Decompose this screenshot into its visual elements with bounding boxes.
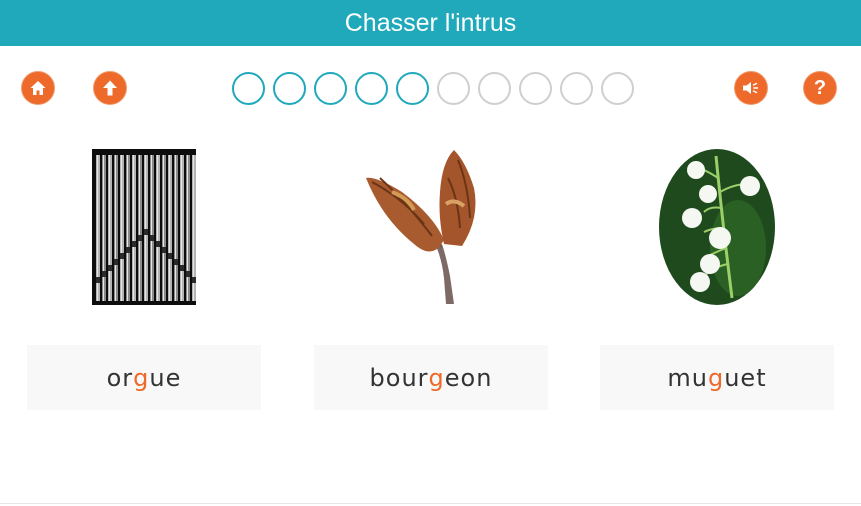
progress-dot <box>478 72 511 105</box>
progress-dot <box>601 72 634 105</box>
help-button[interactable]: ? <box>803 71 837 105</box>
home-icon <box>30 81 46 95</box>
progress-dot <box>232 72 265 105</box>
word-card-muguet[interactable]: mu g uet <box>600 345 834 410</box>
arrow-up-icon <box>103 80 117 96</box>
word-highlight: g <box>707 363 725 392</box>
progress-dot <box>560 72 593 105</box>
progress-dot <box>396 72 429 105</box>
home-button[interactable] <box>21 71 55 105</box>
word-highlight: g <box>133 363 150 392</box>
progress-dot <box>437 72 470 105</box>
tree-bud-image[interactable] <box>362 148 498 306</box>
organ-pipes-image[interactable] <box>92 149 196 305</box>
lily-of-the-valley-image[interactable] <box>658 148 776 306</box>
word-part: uet <box>724 363 767 392</box>
question-icon: ? <box>813 76 827 99</box>
word-part: bour <box>369 363 429 392</box>
word-part: mu <box>667 363 708 392</box>
word-part: or <box>106 363 134 392</box>
progress-dot <box>314 72 347 105</box>
progress-dot <box>355 72 388 105</box>
page-title: Chasser l'intrus <box>344 8 517 37</box>
progress-dot <box>519 72 552 105</box>
up-button[interactable] <box>93 71 127 105</box>
progress-dot <box>273 72 306 105</box>
word-highlight: g <box>428 363 445 392</box>
app-header: Chasser l'intrus <box>0 0 861 46</box>
progress-indicator <box>232 72 634 105</box>
word-card-orgue[interactable]: or g ue <box>27 345 261 410</box>
bottom-divider <box>0 503 861 504</box>
word-part: ue <box>149 363 182 392</box>
word-part: eon <box>444 363 493 392</box>
sound-button[interactable] <box>734 71 768 105</box>
word-card-bourgeon[interactable]: bour g eon <box>314 345 548 410</box>
speaker-icon <box>743 82 759 94</box>
